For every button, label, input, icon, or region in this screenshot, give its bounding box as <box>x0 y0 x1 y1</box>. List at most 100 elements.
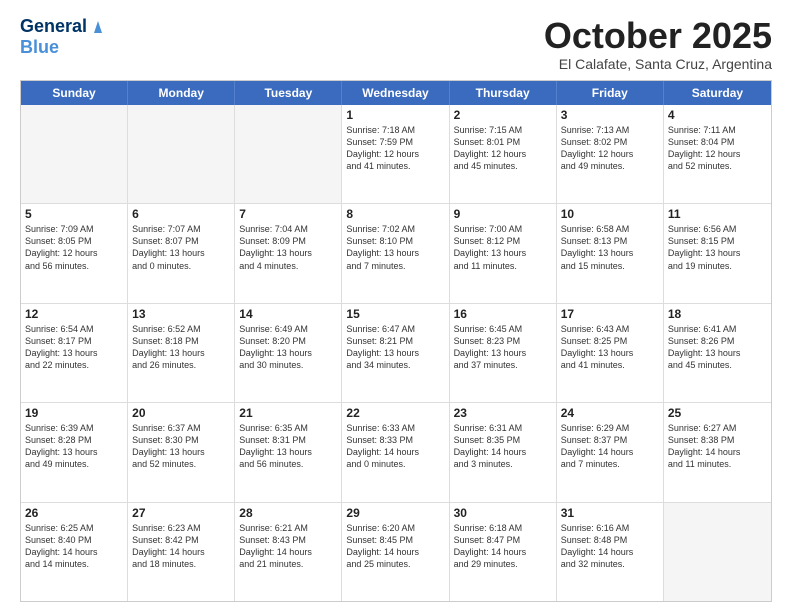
weekday-header-saturday: Saturday <box>664 81 771 105</box>
day-number: 26 <box>25 506 123 520</box>
day-number: 14 <box>239 307 337 321</box>
weekday-header-monday: Monday <box>128 81 235 105</box>
day-info: Sunrise: 7:13 AM Sunset: 8:02 PM Dayligh… <box>561 124 659 173</box>
day-info: Sunrise: 6:25 AM Sunset: 8:40 PM Dayligh… <box>25 522 123 571</box>
day-cell-20: 20Sunrise: 6:37 AM Sunset: 8:30 PM Dayli… <box>128 403 235 501</box>
day-number: 6 <box>132 207 230 221</box>
day-info: Sunrise: 6:39 AM Sunset: 8:28 PM Dayligh… <box>25 422 123 471</box>
day-cell-21: 21 Sunrise: 6:35 AM Sunset: 8:31 PM Dayli… <box>235 403 342 501</box>
weekday-header-friday: Friday <box>557 81 664 105</box>
day-info: Sunrise: 6:20 AM Sunset: 8:45 PM Dayligh… <box>346 522 444 571</box>
day-number: 20 <box>132 406 230 420</box>
day-number: 18 <box>668 307 767 321</box>
day-info: Sunrise: 6:41 AM Sunset: 8:26 PM Dayligh… <box>668 323 767 372</box>
day-cell-19: 19 Sunrise: 6:39 AM Sunset: 8:28 PM Dayli… <box>21 403 128 501</box>
day-cell-7: 7Sunrise: 7:04 AM Sunset: 8:09 PM Daylig… <box>235 204 342 302</box>
day-cell-4: 4 Sunrise: 7:11 AM Sunset: 8:04 PM Daylig… <box>664 105 771 203</box>
title-block: October 2025 El Calafate, Santa Cruz, Ar… <box>544 16 772 72</box>
day-cell-31: 31 Sunrise: 6:16 AM Sunset: 8:48 PM Dayli… <box>557 503 664 601</box>
header: General Blue October 2025 El Calafate, S… <box>20 16 772 72</box>
day-info: Sunrise: 6:35 AM Sunset: 8:31 PM Dayligh… <box>239 422 337 471</box>
day-cell-22: 22 Sunrise: 6:33 AM Sunset: 8:33 PM Dayli… <box>342 403 449 501</box>
day-info: Sunrise: 7:00 AM Sunset: 8:12 PM Dayligh… <box>454 223 552 272</box>
day-info: Sunrise: 7:09 AM Sunset: 8:05 PM Dayligh… <box>25 223 123 272</box>
day-info: Sunrise: 6:33 AM Sunset: 8:33 PM Dayligh… <box>346 422 444 471</box>
day-number: 3 <box>561 108 659 122</box>
day-cell-6: 6 Sunrise: 7:07 AM Sunset: 8:07 PM Daylig… <box>128 204 235 302</box>
day-cell-8: 8 Sunrise: 7:02 AM Sunset: 8:10 PM Daylig… <box>342 204 449 302</box>
day-cell-17: 17Sunrise: 6:43 AM Sunset: 8:25 PM Dayli… <box>557 304 664 402</box>
day-cell-25: 25 Sunrise: 6:27 AM Sunset: 8:38 PM Dayli… <box>664 403 771 501</box>
day-info: Sunrise: 6:47 AM Sunset: 8:21 PM Dayligh… <box>346 323 444 372</box>
day-number: 12 <box>25 307 123 321</box>
day-cell-3: 3 Sunrise: 7:13 AM Sunset: 8:02 PM Daylig… <box>557 105 664 203</box>
empty-cell-0-0 <box>21 105 128 203</box>
month-title: October 2025 <box>544 16 772 56</box>
calendar: SundayMondayTuesdayWednesdayThursdayFrid… <box>20 80 772 602</box>
calendar-row-1: 5 Sunrise: 7:09 AM Sunset: 8:05 PM Daylig… <box>21 203 771 302</box>
day-cell-9: 9 Sunrise: 7:00 AM Sunset: 8:12 PM Daylig… <box>450 204 557 302</box>
day-number: 29 <box>346 506 444 520</box>
day-cell-10: 10Sunrise: 6:58 AM Sunset: 8:13 PM Dayli… <box>557 204 664 302</box>
day-number: 24 <box>561 406 659 420</box>
day-number: 11 <box>668 207 767 221</box>
day-cell-24: 24 Sunrise: 6:29 AM Sunset: 8:37 PM Dayli… <box>557 403 664 501</box>
day-number: 2 <box>454 108 552 122</box>
day-info: Sunrise: 6:52 AM Sunset: 8:18 PM Dayligh… <box>132 323 230 372</box>
day-number: 8 <box>346 207 444 221</box>
calendar-row-0: 1Sunrise: 7:18 AM Sunset: 7:59 PM Daylig… <box>21 105 771 203</box>
day-cell-23: 23 Sunrise: 6:31 AM Sunset: 8:35 PM Dayli… <box>450 403 557 501</box>
day-number: 13 <box>132 307 230 321</box>
day-number: 28 <box>239 506 337 520</box>
day-number: 27 <box>132 506 230 520</box>
day-info: Sunrise: 7:15 AM Sunset: 8:01 PM Dayligh… <box>454 124 552 173</box>
day-info: Sunrise: 7:11 AM Sunset: 8:04 PM Dayligh… <box>668 124 767 173</box>
calendar-row-2: 12 Sunrise: 6:54 AM Sunset: 8:17 PM Dayli… <box>21 303 771 402</box>
day-cell-30: 30 Sunrise: 6:18 AM Sunset: 8:47 PM Dayli… <box>450 503 557 601</box>
day-number: 5 <box>25 207 123 221</box>
day-number: 22 <box>346 406 444 420</box>
day-cell-28: 28 Sunrise: 6:21 AM Sunset: 8:43 PM Dayli… <box>235 503 342 601</box>
empty-cell-0-2 <box>235 105 342 203</box>
day-number: 31 <box>561 506 659 520</box>
calendar-header: SundayMondayTuesdayWednesdayThursdayFrid… <box>21 81 771 105</box>
day-info: Sunrise: 6:16 AM Sunset: 8:48 PM Dayligh… <box>561 522 659 571</box>
day-info: Sunrise: 6:49 AM Sunset: 8:20 PM Dayligh… <box>239 323 337 372</box>
day-info: Sunrise: 6:31 AM Sunset: 8:35 PM Dayligh… <box>454 422 552 471</box>
weekday-header-wednesday: Wednesday <box>342 81 449 105</box>
day-info: Sunrise: 6:29 AM Sunset: 8:37 PM Dayligh… <box>561 422 659 471</box>
day-info: Sunrise: 6:27 AM Sunset: 8:38 PM Dayligh… <box>668 422 767 471</box>
day-number: 9 <box>454 207 552 221</box>
calendar-body: 1Sunrise: 7:18 AM Sunset: 7:59 PM Daylig… <box>21 105 771 601</box>
day-cell-29: 29 Sunrise: 6:20 AM Sunset: 8:45 PM Dayli… <box>342 503 449 601</box>
day-info: Sunrise: 7:02 AM Sunset: 8:10 PM Dayligh… <box>346 223 444 272</box>
weekday-header-thursday: Thursday <box>450 81 557 105</box>
page: General Blue October 2025 El Calafate, S… <box>0 0 792 612</box>
day-info: Sunrise: 6:54 AM Sunset: 8:17 PM Dayligh… <box>25 323 123 372</box>
day-cell-13: 13 Sunrise: 6:52 AM Sunset: 8:18 PM Dayli… <box>128 304 235 402</box>
day-cell-2: 2 Sunrise: 7:15 AM Sunset: 8:01 PM Daylig… <box>450 105 557 203</box>
day-cell-5: 5 Sunrise: 7:09 AM Sunset: 8:05 PM Daylig… <box>21 204 128 302</box>
day-number: 4 <box>668 108 767 122</box>
day-info: Sunrise: 6:21 AM Sunset: 8:43 PM Dayligh… <box>239 522 337 571</box>
day-info: Sunrise: 7:18 AM Sunset: 7:59 PM Dayligh… <box>346 124 444 173</box>
day-info: Sunrise: 6:56 AM Sunset: 8:15 PM Dayligh… <box>668 223 767 272</box>
day-info: Sunrise: 7:07 AM Sunset: 8:07 PM Dayligh… <box>132 223 230 272</box>
day-cell-18: 18 Sunrise: 6:41 AM Sunset: 8:26 PM Dayli… <box>664 304 771 402</box>
day-info: Sunrise: 6:18 AM Sunset: 8:47 PM Dayligh… <box>454 522 552 571</box>
day-cell-11: 11 Sunrise: 6:56 AM Sunset: 8:15 PM Dayli… <box>664 204 771 302</box>
day-number: 23 <box>454 406 552 420</box>
empty-cell-0-1 <box>128 105 235 203</box>
day-number: 19 <box>25 406 123 420</box>
day-number: 25 <box>668 406 767 420</box>
weekday-header-tuesday: Tuesday <box>235 81 342 105</box>
logo-general: General <box>20 16 87 37</box>
day-info: Sunrise: 6:58 AM Sunset: 8:13 PM Dayligh… <box>561 223 659 272</box>
day-number: 30 <box>454 506 552 520</box>
day-number: 21 <box>239 406 337 420</box>
day-number: 15 <box>346 307 444 321</box>
day-number: 7 <box>239 207 337 221</box>
day-cell-1: 1Sunrise: 7:18 AM Sunset: 7:59 PM Daylig… <box>342 105 449 203</box>
day-cell-16: 16Sunrise: 6:45 AM Sunset: 8:23 PM Dayli… <box>450 304 557 402</box>
day-number: 17 <box>561 307 659 321</box>
